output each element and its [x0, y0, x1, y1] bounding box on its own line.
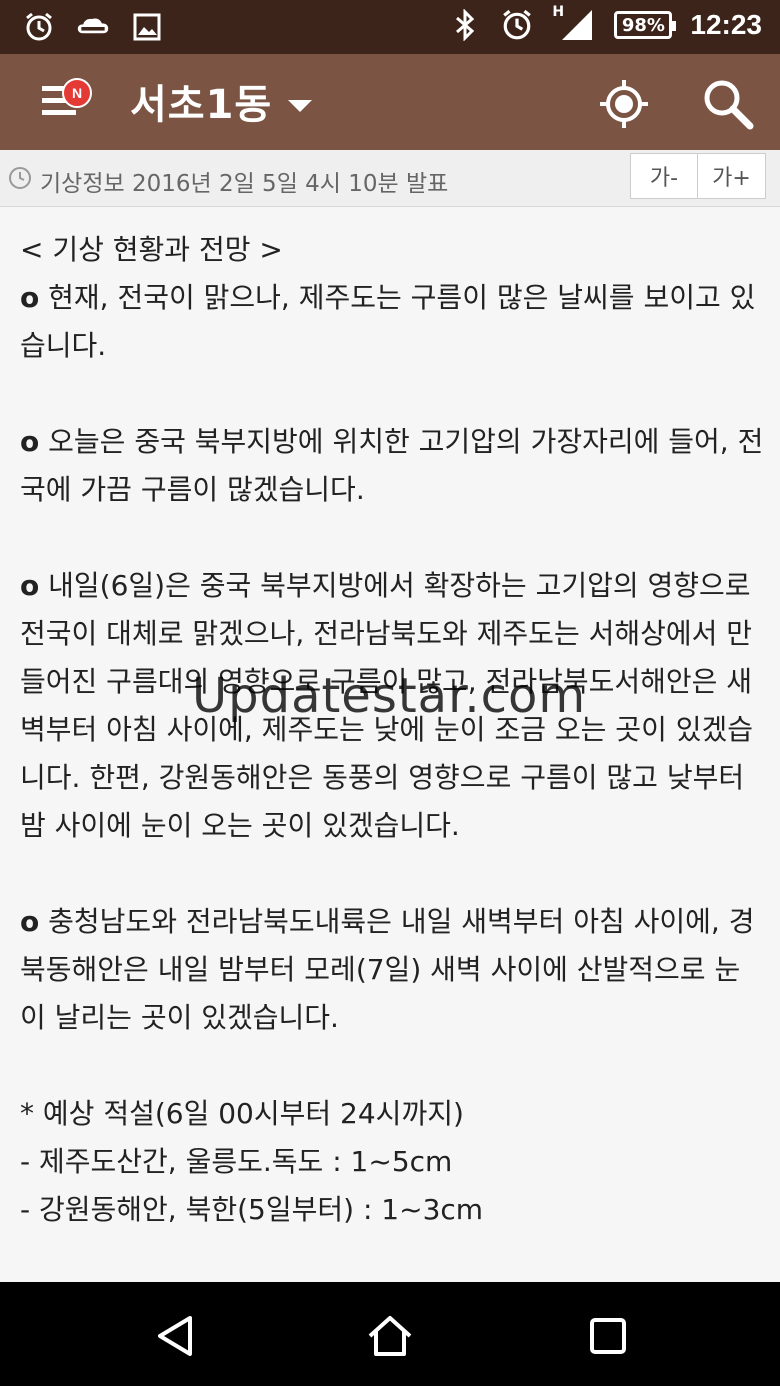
image-icon — [130, 10, 164, 44]
search-button[interactable] — [700, 76, 756, 132]
content-heading: < 기상 현황과 전망 > — [20, 233, 283, 266]
weather-icon — [76, 10, 110, 44]
network-type-label: H — [552, 4, 565, 20]
font-increase-button[interactable]: 가+ — [698, 153, 766, 199]
paragraph: o 현재, 전국이 맑으나, 제주도는 구름이 많은 날씨를 보이고 있습니다. — [20, 281, 756, 362]
app-bar: N 서초1동 — [0, 54, 780, 150]
paragraph: o 내일(6일)은 중국 북부지방에서 확장하는 고기압의 영향으로 전국이 대… — [20, 569, 754, 842]
location-title: 서초1동 — [130, 82, 273, 128]
snow-forecast-line: - 제주도산간, 울릉도.독도 : 1~5cm — [20, 1145, 453, 1178]
status-time: 12:23 — [690, 9, 762, 40]
alarm-icon — [22, 10, 56, 44]
signal-icon: H — [552, 4, 596, 42]
search-icon — [704, 80, 754, 130]
back-triangle-icon — [158, 1316, 192, 1356]
menu-button[interactable]: N — [42, 78, 92, 124]
status-bar: H 98% 12:23 — [0, 0, 780, 54]
chevron-down-icon — [288, 100, 313, 112]
home-icon — [368, 1316, 412, 1356]
home-button[interactable] — [366, 1312, 414, 1360]
recents-square-icon — [590, 1318, 626, 1354]
paragraph: o 충청남도와 전라남북도내륙은 내일 새벽부터 아침 사이에, 경북동해안은 … — [20, 905, 755, 1034]
forecast-timestamp: 기상정보 2016년 2일 5일 4시 10분 발표 — [40, 171, 449, 197]
location-selector[interactable]: 서초1동 — [130, 72, 313, 130]
alarm-icon — [500, 8, 534, 42]
system-nav-bar — [0, 1282, 780, 1386]
battery-indicator: 98% — [614, 11, 677, 39]
current-location-button[interactable] — [596, 76, 652, 132]
paragraph: o 오늘은 중국 북부지방에 위치한 고기압의 가장자리에 들어, 전국에 가끔… — [20, 425, 764, 506]
snow-forecast-title: * 예상 적설(6일 00시부터 24시까지) — [20, 1097, 464, 1130]
forecast-content: < 기상 현황과 전망 > o 현재, 전국이 맑으나, 제주도는 구름이 많은… — [20, 226, 765, 1282]
recents-button[interactable] — [584, 1312, 632, 1360]
bluetooth-icon — [448, 8, 482, 42]
crosshair-icon — [600, 80, 648, 128]
snow-forecast-line: - 강원동해안, 북한(5일부터) : 1~3cm — [20, 1193, 484, 1226]
clock-icon — [9, 167, 31, 189]
font-decrease-button[interactable]: 가- — [630, 153, 698, 199]
back-button[interactable] — [152, 1312, 200, 1360]
font-size-controls: 가- 가+ — [630, 153, 766, 199]
new-badge: N — [62, 78, 92, 108]
